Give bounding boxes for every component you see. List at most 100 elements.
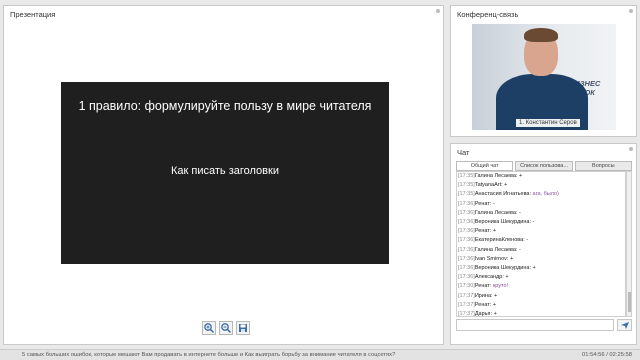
speaker-caption: 1. Константин Серов: [516, 119, 580, 127]
message-time: [17:36]: [458, 246, 475, 253]
message-author: Александр:: [474, 274, 504, 281]
tab-questions[interactable]: Вопросы: [574, 161, 632, 171]
save-icon: [239, 324, 247, 332]
message-author: Галина Лесаева:: [474, 209, 518, 216]
message-time: [17:36]: [458, 219, 475, 226]
message-time: [17:35]: [458, 191, 475, 198]
chat-input[interactable]: [456, 319, 614, 331]
presentation-toolbar: [202, 321, 250, 335]
webinar-title: 5 самых больших ошибок, которые мешают В…: [22, 352, 396, 358]
presentation-panel: Презентация 1 правило: формулируйте поль…: [3, 5, 444, 345]
save-button[interactable]: [236, 321, 250, 335]
chat-message: [17:35]Анастасия Игнатьева: ага, было): [458, 190, 625, 199]
chat-message: [17:37]Ирина: +: [458, 292, 625, 301]
message-time: [17:36]: [458, 200, 475, 207]
message-text: круто!: [491, 283, 509, 290]
message-author: Ренат:: [474, 200, 492, 207]
message-author: Галина Лесаева:: [474, 246, 518, 253]
chat-message: [17:36]Вероника Шекурдина: -: [458, 218, 625, 227]
message-text: +: [492, 311, 497, 317]
chat-log: [17:35]Галина Лесаева: + [17:35]TatyanaAr…: [456, 171, 626, 317]
chat-panel: Чат Общий чат Список пользова... Вопросы…: [450, 143, 637, 345]
message-author: Галина Лесаева:: [474, 173, 518, 179]
video-feed[interactable]: БИЗНЕС ОСТОК 1. Константин Серов: [472, 24, 616, 130]
chat-message: [17:35]Галина Лесаева: +: [458, 172, 625, 181]
playback-time: 01:54:56 / 02:25:58: [582, 352, 632, 358]
chat-message: [17:37]Ренат: +: [458, 301, 625, 310]
chat-message: [17:36]Ivan Smirnov: +: [458, 255, 625, 264]
message-time: [17:37]: [458, 311, 475, 317]
panel-resize-icon[interactable]: [629, 147, 633, 151]
message-text: +: [492, 292, 498, 299]
message-time: [17:36]: [458, 209, 475, 216]
chat-message: [17:30]Ренат: круто!: [458, 282, 625, 291]
message-text: +: [491, 228, 497, 235]
slide-subtitle: Как писать заголовки: [171, 165, 279, 177]
chat-message: [17:36]Галина Лесаева: -: [458, 209, 625, 218]
message-text: +: [508, 255, 514, 262]
message-author: Ivan Smirnov:: [474, 255, 509, 262]
message-time: [17:35]: [458, 173, 475, 179]
message-time: [17:36]: [458, 228, 475, 235]
send-button[interactable]: [617, 319, 632, 331]
message-author: Ренат:: [474, 283, 492, 290]
message-author: Ренат:: [474, 228, 492, 235]
chat-scroll-thumb[interactable]: [628, 292, 631, 312]
panel-resize-icon[interactable]: [436, 9, 440, 13]
zoom-out-button[interactable]: [219, 321, 233, 335]
chat-message: [17:36]Ренат: -: [458, 200, 625, 209]
message-text: -: [491, 200, 495, 207]
message-author: Вероника Шекурдина:: [474, 265, 531, 272]
message-text: ага, было): [531, 191, 559, 198]
message-time: [17:37]: [458, 301, 475, 308]
chat-message: [17:36]Александр: +: [458, 273, 625, 282]
tab-user-list[interactable]: Список пользова...: [515, 161, 573, 171]
message-text: -: [517, 246, 521, 253]
presentation-title: Презентация: [10, 10, 56, 19]
message-time: [17:30]: [458, 283, 475, 290]
chat-message: [17:36]Ренат: +: [458, 227, 625, 236]
chat-message: [17:36]ЕкатеринаКленова: -: [458, 236, 625, 245]
message-author: Дарья:: [474, 311, 493, 317]
zoom-in-button[interactable]: [202, 321, 216, 335]
chat-message: [17:36]Вероника Шекурдина: +: [458, 264, 625, 273]
message-author: Вероника Шекурдина:: [474, 219, 531, 226]
message-time: [17:35]: [458, 182, 475, 189]
message-text: -: [531, 219, 535, 226]
panel-resize-icon[interactable]: [629, 9, 633, 13]
message-author: Ирина:: [474, 292, 493, 299]
slide-title: 1 правило: формулируйте пользу в мире чи…: [78, 99, 372, 113]
message-time: [17:36]: [458, 274, 475, 281]
message-time: [17:36]: [458, 255, 475, 262]
status-bar: 5 самых больших ошибок, которые мешают В…: [0, 349, 640, 360]
send-icon: [620, 322, 629, 329]
message-text: +: [502, 182, 508, 189]
message-time: [17:36]: [458, 237, 475, 244]
chat-message: [17:36]Галина Лесаева: -: [458, 246, 625, 255]
message-author: TatyanaArt:: [474, 182, 503, 189]
chat-message: [17:35]TatyanaArt: +: [458, 181, 625, 190]
chat-title: Чат: [457, 148, 470, 157]
message-text: +: [503, 274, 509, 281]
conference-title: Конференц-связь: [457, 10, 519, 19]
slide: 1 правило: формулируйте пользу в мире чи…: [61, 82, 389, 264]
message-text: -: [524, 237, 529, 244]
message-text: +: [491, 301, 497, 308]
message-text: -: [517, 209, 521, 216]
speaker-hair: [524, 28, 558, 42]
presentation-viewer: 1 правило: формулируйте пользу в мире чи…: [11, 82, 437, 264]
message-author: ЕкатеринаКленова:: [474, 237, 525, 244]
zoom-in-icon: [204, 323, 215, 334]
chat-message: [17:37]Дарья: +: [458, 310, 625, 317]
chat-tabs: Общий чат Список пользова... Вопросы: [456, 161, 632, 171]
conference-panel: Конференц-связь БИЗНЕС ОСТОК 1. Констант…: [450, 5, 637, 137]
message-author: Анастасия Игнатьева:: [474, 191, 532, 198]
message-time: [17:37]: [458, 292, 475, 299]
chat-scrollbar[interactable]: [626, 171, 632, 317]
zoom-out-icon: [221, 323, 232, 334]
message-text: +: [531, 265, 536, 272]
tab-general-chat[interactable]: Общий чат: [456, 161, 514, 171]
message-text: +: [517, 173, 523, 179]
message-time: [17:36]: [458, 265, 475, 272]
message-author: Ренат:: [474, 301, 492, 308]
